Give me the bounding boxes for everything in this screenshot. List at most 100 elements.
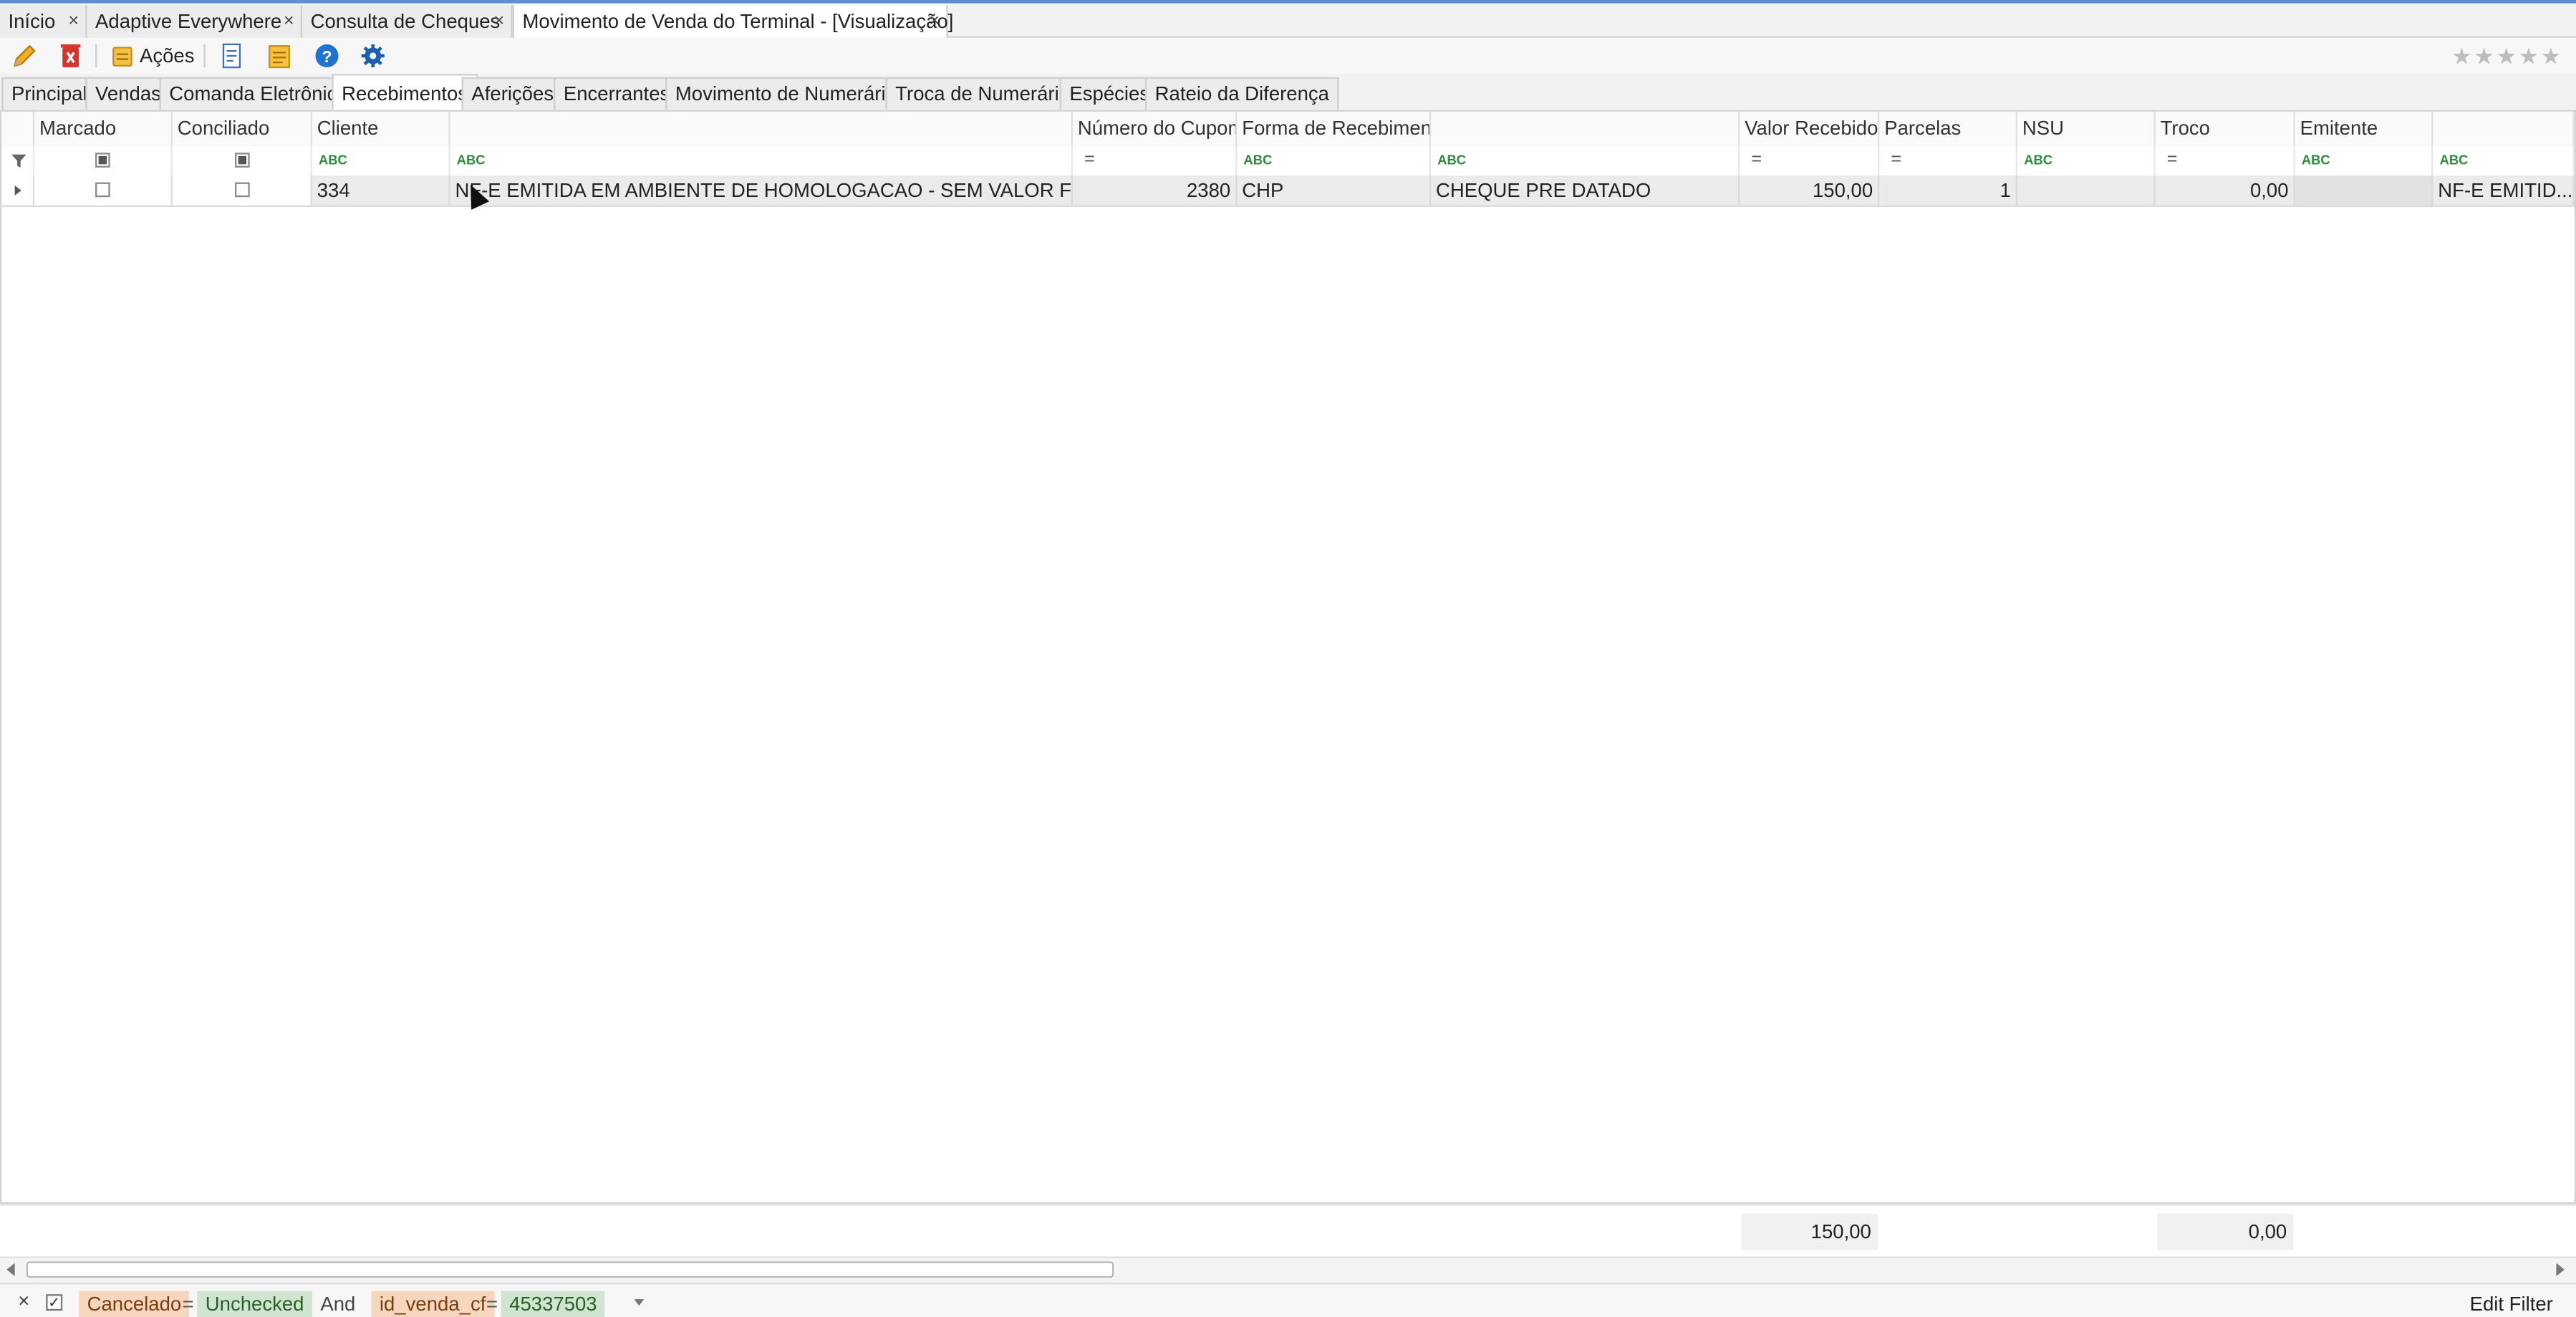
- scroll-right-arrow-icon[interactable]: [2556, 1263, 2565, 1276]
- horizontal-scrollbar[interactable]: [0, 1256, 2576, 1283]
- column-header-numero-cupom[interactable]: Número do Cupom: [1073, 111, 1238, 147]
- cell-valor-recebido[interactable]: 150,00: [1740, 175, 1880, 206]
- column-header-parcelas[interactable]: Parcelas: [1879, 111, 2018, 147]
- abc-filter-icon: ABC: [2301, 153, 2330, 168]
- doc-tab-label: Início: [8, 9, 56, 33]
- column-header-troco[interactable]: Troco: [2156, 111, 2295, 147]
- doc-tab-adaptive-everywhere[interactable]: Adaptive Everywhere ×: [87, 4, 303, 40]
- cell-marcado[interactable]: [34, 175, 173, 206]
- edit-filter-link[interactable]: Edit Filter: [2470, 1291, 2553, 1317]
- expand-row-icon[interactable]: [14, 185, 21, 196]
- filter-cell-nsu[interactable]: ABC: [2017, 146, 2156, 176]
- doc-tab-inicio[interactable]: Início ×: [0, 4, 87, 40]
- filter-cell-marcado[interactable]: [34, 146, 173, 176]
- tab-movimento-numerario[interactable]: Movimento de Numerário: [665, 77, 907, 110]
- filter-cell-conciliado[interactable]: [173, 146, 312, 176]
- report-icon[interactable]: [218, 43, 245, 69]
- column-header-emitente-nome[interactable]: [2433, 111, 2575, 147]
- section-tab-bar: Principal Vendas Comanda Eletrônica Rece…: [0, 74, 2576, 112]
- cell-forma[interactable]: CHP: [1237, 175, 1432, 206]
- cell-conciliado[interactable]: [172, 175, 312, 206]
- doc-tab-movimento-venda[interactable]: Movimento de Venda do Terminal - [Visual…: [512, 4, 953, 42]
- column-header-forma-recebimento[interactable]: Forma de Recebimento: [1237, 111, 1432, 147]
- tab-rateio-diferenca[interactable]: Rateio da Diferença: [1144, 77, 1339, 110]
- settings-gear-icon[interactable]: [360, 43, 386, 69]
- actions-button[interactable]: Ações: [140, 43, 195, 69]
- actions-icon[interactable]: [110, 43, 137, 69]
- total-valor-recebido: 150,00: [1741, 1213, 1878, 1250]
- filter-field-id-venda-cf[interactable]: id_venda_cf: [371, 1291, 494, 1317]
- cell-cliente-nome[interactable]: NF-E EMITIDA EM AMBIENTE DE HOMOLOGACAO …: [450, 175, 1073, 206]
- cell-nsu[interactable]: [2017, 175, 2156, 206]
- filter-logic-and[interactable]: And: [312, 1291, 364, 1317]
- tab-recebimentos[interactable]: Recebimentos: [332, 74, 478, 112]
- scrollbar-thumb[interactable]: [26, 1261, 1114, 1278]
- tab-vendas[interactable]: Vendas: [85, 77, 171, 110]
- row-indicator[interactable]: [1, 175, 35, 206]
- cell-troco[interactable]: 0,00: [2156, 175, 2295, 206]
- edit-pencil-icon[interactable]: [11, 43, 38, 69]
- toolbar: Ações ? ★★★★★: [0, 37, 2576, 76]
- filter-checkbox[interactable]: [235, 153, 250, 168]
- notes-icon[interactable]: [266, 43, 293, 69]
- abc-filter-icon: ABC: [319, 153, 347, 168]
- column-header-emitente[interactable]: Emitente: [2295, 111, 2433, 147]
- close-icon[interactable]: ×: [68, 5, 79, 38]
- conciliado-checkbox[interactable]: [235, 182, 250, 198]
- filter-cell-emitente-nome[interactable]: ABC: [2433, 146, 2575, 176]
- filter-cell-parcelas[interactable]: =: [1879, 146, 2018, 176]
- filter-history-dropdown-icon[interactable]: [634, 1299, 645, 1306]
- tab-troca-numerario[interactable]: Troca de Numerário: [885, 77, 1080, 110]
- equals-filter-icon: =: [2166, 149, 2178, 170]
- close-icon[interactable]: ×: [284, 5, 294, 38]
- filter-cell-cliente[interactable]: ABC: [312, 146, 450, 176]
- header-indicator: [1, 111, 35, 147]
- close-icon[interactable]: ×: [929, 5, 940, 38]
- close-icon[interactable]: ×: [493, 5, 504, 38]
- delete-icon[interactable]: [57, 43, 84, 69]
- filter-checkbox[interactable]: [95, 153, 110, 168]
- cell-cliente[interactable]: 334: [312, 175, 450, 206]
- doc-tab-label: Consulta de Cheques: [310, 9, 501, 33]
- cell-numero-cupom[interactable]: 2380: [1073, 175, 1238, 206]
- column-header-conciliado[interactable]: Conciliado: [173, 111, 312, 147]
- filter-field-cancelado[interactable]: Cancelado: [79, 1291, 190, 1317]
- column-header-cliente-nome[interactable]: [450, 111, 1073, 147]
- filter-cell-troco[interactable]: =: [2156, 146, 2295, 176]
- cell-emitente-nome[interactable]: NF-E EMITID...: [2433, 175, 2575, 206]
- column-header-valor-recebido[interactable]: Valor Recebido: [1740, 111, 1880, 147]
- marcado-checkbox[interactable]: [95, 182, 110, 198]
- column-header-forma-descricao[interactable]: [1431, 111, 1740, 147]
- column-header-marcado[interactable]: Marcado: [34, 111, 173, 147]
- auto-filter-row: ABC ABC = ABC ABC = = ABC = ABC ABC: [1, 146, 2575, 178]
- column-header-nsu[interactable]: NSU: [2017, 111, 2156, 147]
- filter-value-id[interactable]: 45337503: [501, 1291, 606, 1317]
- filter-cell-cliente-nome[interactable]: ABC: [450, 146, 1073, 176]
- filter-cell-valor-recebido[interactable]: =: [1740, 146, 1880, 176]
- filter-value-unchecked[interactable]: Unchecked: [197, 1291, 312, 1317]
- tab-encerrantes[interactable]: Encerrantes: [554, 77, 680, 110]
- tab-comanda-eletronica[interactable]: Comanda Eletrônica: [159, 77, 358, 110]
- clear-filter-close-icon[interactable]: ×: [18, 1289, 29, 1312]
- column-header-cliente[interactable]: Cliente: [312, 111, 450, 147]
- scroll-left-arrow-icon[interactable]: [6, 1263, 15, 1276]
- enable-filter-checkbox[interactable]: ✓: [46, 1294, 63, 1311]
- help-icon[interactable]: ?: [314, 43, 340, 69]
- grid-header: Marcado Conciliado Cliente Número do Cup…: [1, 111, 2575, 148]
- filter-cell-numero-cupom[interactable]: =: [1073, 146, 1238, 176]
- tab-afericoes[interactable]: Aferições: [461, 77, 564, 110]
- grid-footer-totals: 150,00 0,00: [0, 1204, 2576, 1258]
- table-row[interactable]: 334 NF-E EMITIDA EM AMBIENTE DE HOMOLOGA…: [1, 175, 2575, 207]
- app-window: Início × Adaptive Everywhere × Consulta …: [0, 0, 2576, 1317]
- filter-cell-forma-descricao[interactable]: ABC: [1431, 146, 1740, 176]
- doc-tab-consulta-cheques[interactable]: Consulta de Cheques ×: [302, 4, 513, 40]
- abc-filter-icon: ABC: [456, 153, 486, 168]
- rating-stars[interactable]: ★★★★★: [2451, 44, 2562, 67]
- filter-cell-emitente[interactable]: ABC: [2295, 146, 2433, 176]
- cell-parcelas[interactable]: 1: [1879, 175, 2018, 206]
- filter-cell-forma[interactable]: ABC: [1237, 146, 1432, 176]
- toolbar-separator: [203, 44, 206, 68]
- cell-emitente[interactable]: [2295, 175, 2433, 206]
- cell-forma-descricao[interactable]: CHEQUE PRE DATADO: [1431, 175, 1740, 206]
- tab-principal[interactable]: Principal: [1, 77, 97, 110]
